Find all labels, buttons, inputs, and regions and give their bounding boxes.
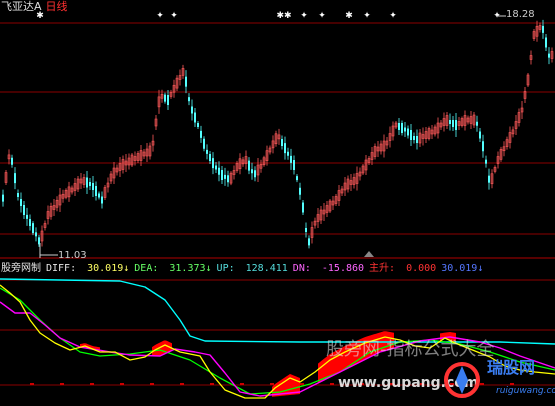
candle-body: [452, 120, 454, 127]
signal-marker: ✦: [156, 11, 164, 21]
candle-body: [401, 123, 403, 133]
candle-body: [455, 120, 457, 130]
candle-body: [197, 123, 199, 127]
candlestick-series: [2, 19, 554, 249]
candle-body: [206, 149, 208, 154]
high-price-label: 18.28: [506, 9, 535, 20]
candle-body: [407, 128, 409, 136]
stock-title: 飞亚达A 日线: [1, 0, 68, 13]
candle-body: [194, 112, 196, 123]
signal-marker: ✱✱: [276, 11, 291, 21]
candle-body: [398, 123, 400, 130]
signal-marker: ✱: [345, 11, 353, 21]
candle-body: [185, 76, 187, 87]
candle-body: [32, 223, 34, 234]
candle-body: [287, 151, 289, 156]
candle-body: [95, 186, 97, 196]
candle-body: [218, 167, 220, 175]
candle-body: [293, 160, 295, 170]
candle-body: [254, 170, 256, 178]
current-bar-marker: [364, 251, 374, 257]
candle-body: [290, 155, 292, 163]
chart-grid: [0, 22, 555, 386]
candle-body: [101, 196, 103, 204]
diff-value: 30.019↓: [87, 263, 130, 274]
main-rise-value: 0.000: [406, 263, 437, 274]
signal-markers: ✱ ✦ ✦ ✱✱ ✦ ✦ ✱ ✦ ✦ ✦: [36, 11, 501, 21]
candle-body: [548, 53, 550, 58]
candle-body: [302, 202, 304, 213]
candle-body: [299, 187, 301, 195]
candle-body: [410, 130, 412, 140]
up-value: 128.411: [245, 263, 288, 274]
signal-marker: ✦: [318, 11, 326, 21]
candle-body: [227, 175, 229, 183]
main-rise-label: 主升:: [369, 263, 402, 274]
candle-body: [89, 182, 91, 186]
candle-body: [167, 95, 169, 105]
low-price-label: 11.03: [58, 250, 87, 261]
candle-body: [281, 139, 283, 146]
watermark-brand-url: ruiguwang.com: [496, 386, 555, 396]
dea-value: 31.373↓: [169, 263, 212, 274]
candle-body: [482, 141, 484, 152]
candle-body: [224, 174, 226, 179]
candle-body: [542, 25, 544, 33]
candle-body: [209, 154, 211, 161]
candle-body: [308, 238, 310, 246]
candle-body: [203, 138, 205, 149]
candle-body: [86, 177, 88, 188]
up-label: UP:: [216, 263, 241, 274]
candle-body: [26, 214, 28, 219]
candle-body: [14, 173, 16, 184]
signal-marker: ✦: [170, 11, 178, 21]
watermark-logo-icon: [444, 362, 480, 398]
candle-body: [11, 157, 13, 165]
candle-body: [284, 143, 286, 154]
candle-body: [215, 165, 217, 170]
candle-body: [485, 159, 487, 164]
stock-name: 飞亚达A: [1, 0, 42, 13]
candle-body: [404, 127, 406, 132]
candle-body: [449, 120, 451, 124]
period-label[interactable]: 日线: [46, 0, 68, 13]
candle-body: [212, 158, 214, 169]
candle-body: [2, 194, 4, 202]
candle-body: [296, 176, 298, 181]
candle-body: [191, 106, 193, 114]
signal-marker: ✦: [300, 11, 308, 21]
last-value: 30.019↓: [441, 263, 484, 274]
candle-body: [23, 205, 25, 215]
candle-body: [545, 37, 547, 48]
candle-body: [20, 199, 22, 206]
diff-label: DIFF:: [46, 263, 83, 274]
candle-body: [188, 97, 190, 102]
up-line: [0, 278, 555, 345]
candle-body: [251, 169, 253, 174]
candle-body: [248, 160, 250, 171]
candle-body: [488, 175, 490, 183]
dea-label: DEA:: [134, 263, 165, 274]
candle-body: [92, 183, 94, 190]
watermark-title: 股旁网-指标公式大全: [326, 339, 495, 360]
candle-body: [305, 228, 307, 232]
signal-marker: ✦: [363, 11, 371, 21]
candle-body: [413, 136, 415, 140]
candle-body: [479, 131, 481, 139]
candle-body: [164, 94, 166, 102]
candle-body: [221, 170, 223, 180]
watermark-brand: 瑞股网: [487, 358, 536, 377]
candle-body: [200, 130, 202, 138]
candle-body: [416, 136, 418, 143]
indicator-legend: 股旁网制 DIFF: 30.019↓ DEA: 31.373↓ UP: 128.411…: [1, 262, 488, 275]
candle-body: [98, 193, 100, 198]
candle-body: [17, 193, 19, 197]
indicator-name[interactable]: 股旁网制: [1, 263, 41, 274]
signal-marker: ✦: [389, 11, 397, 21]
candle-body: [476, 121, 478, 126]
candle-body: [29, 219, 31, 226]
dn-label: DN:: [292, 263, 317, 274]
dn-value: -15.860: [321, 263, 365, 274]
candle-body: [35, 232, 37, 237]
